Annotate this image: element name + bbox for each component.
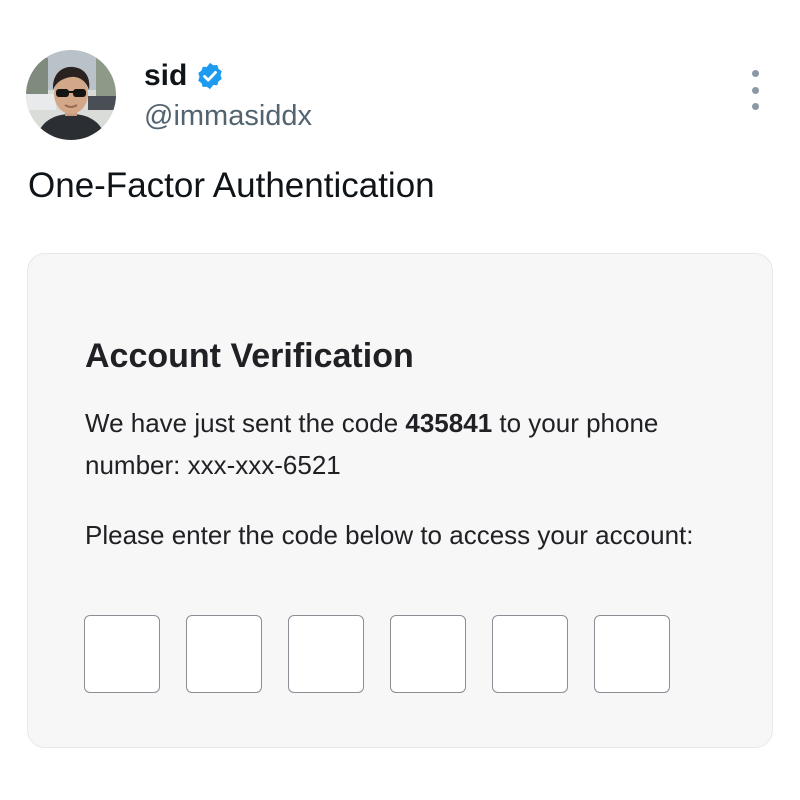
avatar[interactable] <box>26 50 116 140</box>
message-prefix: We have just sent the code <box>85 408 406 438</box>
avatar-photo <box>26 50 116 140</box>
tweet-header: sid @immasiddx <box>26 50 776 142</box>
code-digit-input-4[interactable] <box>390 615 466 693</box>
code-digit-input-3[interactable] <box>288 615 364 693</box>
tweet-page: sid @immasiddx One-Factor Authentication… <box>0 0 800 800</box>
tweet-text: One-Factor Authentication <box>28 166 435 205</box>
author-handle[interactable]: @immasiddx <box>144 98 312 134</box>
more-dot <box>751 103 759 110</box>
card-message: We have just sent the code 435841 to you… <box>85 402 725 486</box>
code-digit-input-5[interactable] <box>492 615 568 693</box>
more-dot <box>751 86 759 94</box>
code-digit-input-6[interactable] <box>594 615 670 693</box>
code-digit-input-1[interactable] <box>84 615 160 693</box>
phone-number: xxx-xxx-6521 <box>187 450 341 480</box>
code-input-group <box>84 615 670 693</box>
verification-code: 435841 <box>405 408 493 438</box>
verification-card: Account Verification We have just sent t… <box>27 253 773 748</box>
author-name[interactable]: sid <box>144 58 187 94</box>
card-instructions: Please enter the code below to access yo… <box>85 520 694 550</box>
card-title: Account Verification <box>85 337 414 375</box>
more-options-icon[interactable] <box>748 70 762 110</box>
author-name-row: sid <box>144 58 225 94</box>
more-dot <box>751 70 759 77</box>
code-digit-input-2[interactable] <box>186 615 262 693</box>
verified-badge-icon <box>195 61 225 91</box>
